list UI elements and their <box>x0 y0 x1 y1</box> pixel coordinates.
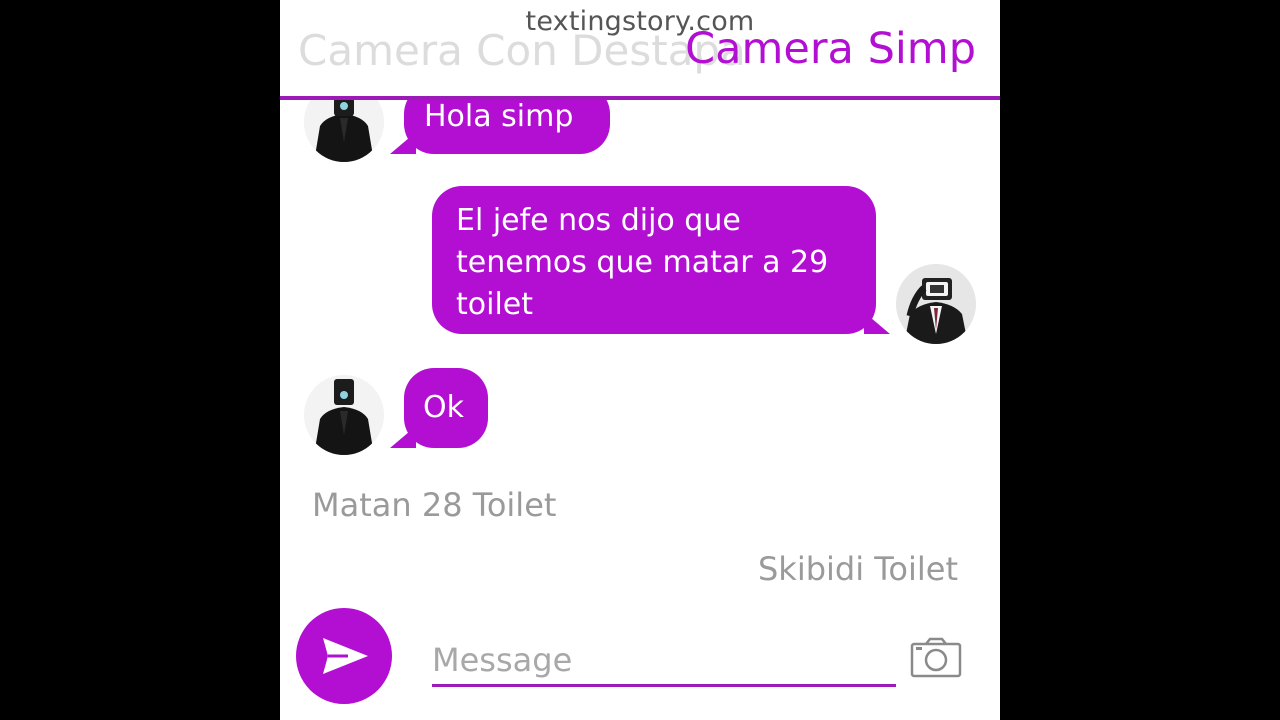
contact-avatar <box>304 375 384 455</box>
camera-button[interactable] <box>910 636 962 680</box>
message-text: Ok <box>423 390 464 425</box>
user-avatar <box>896 264 976 344</box>
message-line: El jefe nos dijo que <box>456 203 741 238</box>
send-icon <box>323 638 368 674</box>
send-button[interactable] <box>296 608 392 704</box>
header-divider <box>280 96 1000 100</box>
narration-text: Skibidi Toilet <box>757 550 958 588</box>
cameraman-avatar-icon <box>304 375 384 455</box>
camera-icon <box>910 637 962 678</box>
message-bubble-received[interactable]: Ok <box>390 368 488 448</box>
message-text: Hola simp <box>424 99 574 134</box>
message-line: toilet <box>456 287 534 322</box>
narration-text: Matan 28 Toilet <box>312 486 557 524</box>
message-input[interactable]: Message <box>432 636 896 687</box>
message-line: tenemos que matar a 29 <box>456 245 829 280</box>
message-bubble-sent[interactable]: El jefe nos dijo que tenemos que matar a… <box>432 186 890 334</box>
watermark: textingstory.com <box>525 6 755 37</box>
chat-screen: Camera Con Destapa Camera Simp textingst… <box>280 0 1000 720</box>
cameraman-suit-avatar-icon <box>896 264 976 344</box>
